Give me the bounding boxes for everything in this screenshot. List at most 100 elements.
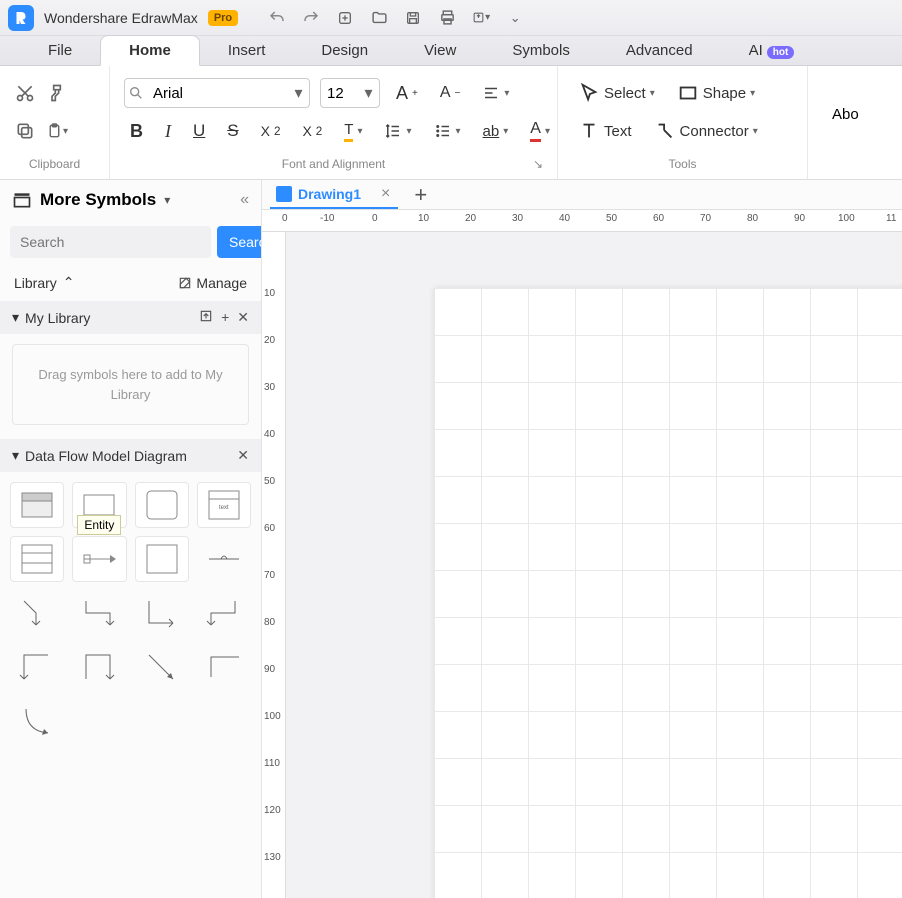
paste-icon[interactable]: ▾ bbox=[46, 120, 68, 142]
canvas[interactable] bbox=[286, 232, 902, 898]
increase-font-icon[interactable]: A+ bbox=[390, 79, 424, 108]
strikethrough-button[interactable]: S bbox=[221, 117, 244, 145]
shape-item[interactable]: Entity bbox=[72, 536, 126, 582]
vertical-ruler: 10 20 30 40 50 60 70 80 90 100 110 120 1… bbox=[262, 232, 286, 898]
chevron-down-icon: ▾ bbox=[12, 309, 19, 326]
align-icon[interactable]: ▾ bbox=[476, 80, 515, 106]
menu-file[interactable]: File bbox=[20, 36, 100, 65]
app-logo bbox=[8, 5, 34, 31]
shape-item[interactable]: text bbox=[197, 482, 251, 528]
library-label: Library bbox=[14, 275, 57, 291]
import-icon[interactable] bbox=[199, 309, 213, 326]
menu-view[interactable]: View bbox=[396, 36, 484, 65]
print-icon[interactable] bbox=[438, 9, 456, 27]
shape-item[interactable] bbox=[72, 644, 126, 690]
menu-bar: File Home Insert Design View Symbols Adv… bbox=[0, 36, 902, 66]
cut-icon[interactable] bbox=[14, 82, 36, 104]
menu-ai[interactable]: AIhot bbox=[721, 36, 823, 65]
chevron-down-icon[interactable]: ▾ bbox=[287, 83, 309, 103]
line-spacing-button[interactable]: ▾ bbox=[378, 118, 417, 144]
ribbon-group-more: Abo bbox=[808, 66, 873, 179]
my-library-section-header[interactable]: ▾ My Library + ✕ bbox=[0, 301, 261, 334]
shape-item[interactable] bbox=[135, 536, 189, 582]
drawing-page[interactable] bbox=[434, 288, 902, 898]
close-icon[interactable]: ✕ bbox=[237, 309, 249, 326]
open-icon[interactable] bbox=[370, 9, 388, 27]
undo-icon[interactable] bbox=[268, 9, 286, 27]
titlebar: Wondershare EdrawMax Pro ▾ ⌄ bbox=[0, 0, 902, 36]
shape-item[interactable] bbox=[197, 536, 251, 582]
search-input[interactable] bbox=[10, 226, 211, 258]
decrease-font-icon[interactable]: A− bbox=[434, 80, 467, 106]
font-color-button[interactable]: A▾ bbox=[524, 116, 556, 146]
shape-tool-button[interactable]: Shape▾ bbox=[671, 78, 761, 108]
chevron-down-icon[interactable]: ▾ bbox=[164, 193, 170, 207]
shape-item[interactable] bbox=[10, 590, 64, 636]
menu-symbols[interactable]: Symbols bbox=[484, 36, 598, 65]
italic-button[interactable]: I bbox=[159, 117, 177, 146]
connector-tool-button[interactable]: Connector▾ bbox=[648, 116, 764, 146]
underline-button[interactable]: U bbox=[187, 117, 211, 145]
shape-item[interactable] bbox=[135, 644, 189, 690]
shape-item[interactable] bbox=[10, 644, 64, 690]
select-tool-button[interactable]: Select▾ bbox=[572, 78, 661, 108]
symbol-search: Search bbox=[0, 220, 261, 264]
ribbon-group-clipboard: ▾ Clipboard bbox=[0, 66, 110, 179]
shape-item[interactable] bbox=[135, 590, 189, 636]
font-name-combo[interactable]: ▾ bbox=[124, 78, 310, 108]
shape-item[interactable] bbox=[10, 698, 64, 744]
export-icon[interactable]: ▾ bbox=[472, 9, 490, 27]
bullet-list-button[interactable]: ▾ bbox=[428, 118, 467, 144]
font-size-input[interactable] bbox=[321, 85, 357, 102]
ribbon-group-tools: Select▾ Shape▾ Text Connector▾ Tools bbox=[558, 66, 808, 179]
text-tool-button[interactable]: Text bbox=[572, 116, 638, 146]
close-icon[interactable]: ✕ bbox=[237, 447, 249, 464]
menu-advanced[interactable]: Advanced bbox=[598, 36, 721, 65]
library-row: Library ⌃ Manage bbox=[0, 264, 261, 301]
new-icon[interactable] bbox=[336, 9, 354, 27]
text-highlight-button[interactable]: T▾ bbox=[338, 117, 368, 146]
shape-tooltip: Entity bbox=[77, 515, 121, 535]
collapse-panel-icon[interactable]: « bbox=[240, 191, 249, 209]
dfm-section-header[interactable]: ▾ Data Flow Model Diagram ✕ bbox=[0, 439, 261, 472]
bold-button[interactable]: B bbox=[124, 117, 149, 146]
expand-icon[interactable]: ⌃ bbox=[63, 274, 75, 291]
menu-home[interactable]: Home bbox=[100, 35, 200, 66]
shape-item[interactable] bbox=[197, 644, 251, 690]
text-direction-button[interactable]: ab▾ bbox=[477, 119, 515, 144]
font-name-input[interactable] bbox=[147, 85, 287, 102]
section-title: My Library bbox=[25, 310, 90, 326]
chevron-down-icon[interactable]: ▾ bbox=[357, 83, 379, 103]
library-drop-area[interactable]: Drag symbols here to add to My Library bbox=[12, 344, 249, 425]
document-icon bbox=[276, 186, 292, 202]
pro-badge: Pro bbox=[208, 10, 238, 26]
shape-item[interactable] bbox=[72, 590, 126, 636]
subscript-button[interactable]: X2 bbox=[296, 119, 328, 143]
menu-insert[interactable]: Insert bbox=[200, 36, 294, 65]
superscript-button[interactable]: X2 bbox=[255, 119, 287, 143]
shape-item[interactable] bbox=[10, 482, 64, 528]
shape-item[interactable] bbox=[10, 536, 64, 582]
svg-text:text: text bbox=[219, 505, 229, 511]
dialog-launcher-icon[interactable]: ↘ bbox=[533, 157, 543, 171]
ribbon-group-font: ▾ ▾ A+ A− ▾ B I U S X2 X2 T▾ ▾ ▾ ab▾ A▾ … bbox=[110, 66, 558, 179]
canvas-row: 10 20 30 40 50 60 70 80 90 100 110 120 1… bbox=[262, 232, 902, 898]
save-icon[interactable] bbox=[404, 9, 422, 27]
copy-icon[interactable] bbox=[14, 120, 36, 142]
add-tab-button[interactable]: + bbox=[414, 182, 427, 208]
format-painter-icon[interactable] bbox=[46, 82, 68, 104]
shape-item[interactable] bbox=[135, 482, 189, 528]
redo-icon[interactable] bbox=[302, 9, 320, 27]
section-title: Data Flow Model Diagram bbox=[25, 448, 187, 464]
font-size-combo[interactable]: ▾ bbox=[320, 78, 380, 108]
close-tab-icon[interactable]: × bbox=[381, 185, 390, 203]
menu-ai-label: AI bbox=[749, 42, 763, 59]
more-icon[interactable]: ⌄ bbox=[506, 9, 524, 27]
menu-design[interactable]: Design bbox=[293, 36, 396, 65]
manage-button[interactable]: Manage bbox=[178, 275, 247, 291]
add-icon[interactable]: + bbox=[221, 309, 229, 326]
symbol-panel: More Symbols ▾ « Search Library ⌃ Manage… bbox=[0, 180, 262, 898]
shape-item[interactable] bbox=[197, 590, 251, 636]
search-button[interactable]: Search bbox=[217, 226, 262, 258]
document-tab[interactable]: Drawing1 × bbox=[270, 181, 398, 209]
